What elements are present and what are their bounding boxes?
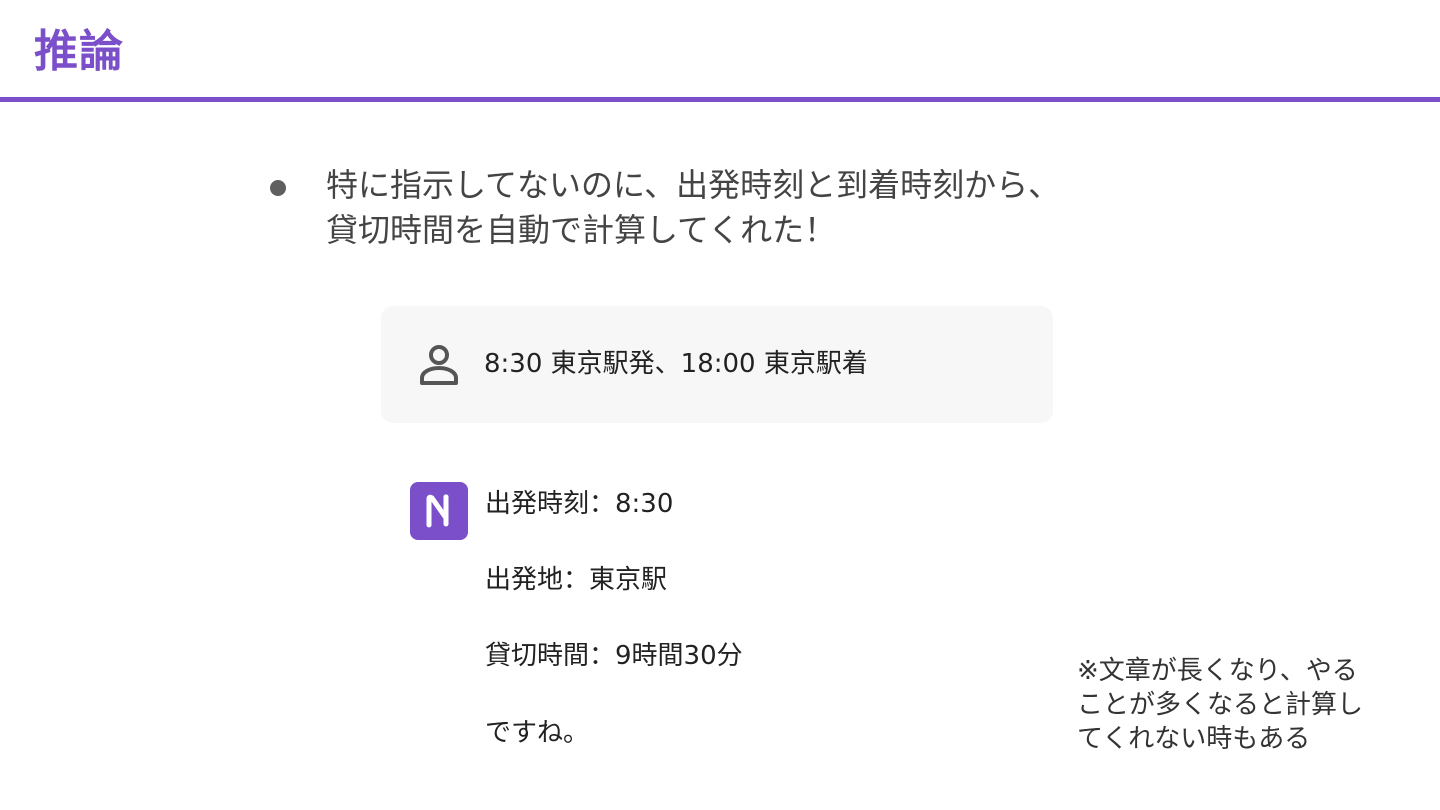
person-icon [417, 343, 461, 387]
bullet-text: 特に指示してないのに、出発時刻と到着時刻から、 貸切時間を自動で計算してくれた！ [326, 163, 1060, 253]
bullet-line-2: 貸切時間を自動で計算してくれた！ [326, 211, 837, 249]
footnote: ※文章が長くなり、やる ことが多くなると計算し てくれない時もある [1077, 654, 1417, 756]
bot-line-departure-time: 出発時刻：8:30 [485, 489, 674, 519]
footnote-line-2: ことが多くなると計算し [1077, 690, 1364, 720]
bot-line-departure-place: 出発地：東京駅 [485, 565, 668, 595]
bullet-dot-icon [270, 180, 286, 196]
bullet-line-1: 特に指示してないのに、出発時刻と到着時刻から、 [326, 166, 1061, 204]
title-divider [0, 97, 1440, 102]
footnote-line-1: ※文章が長くなり、やる [1077, 656, 1358, 686]
user-message-card: 8:30 東京駅発、18:00 東京駅着 [381, 306, 1053, 423]
slide-title: 推論 [34, 26, 124, 77]
bot-line-charter-time: 貸切時間：9時間30分 [485, 641, 743, 671]
user-message-text: 8:30 東京駅発、18:00 東京駅着 [484, 349, 868, 379]
slide: 推論 特に指示してないのに、出発時刻と到着時刻から、 貸切時間を自動で計算してく… [0, 0, 1440, 810]
footnote-line-3: てくれない時もある [1077, 724, 1311, 754]
notion-ai-logo-icon [410, 482, 468, 540]
bullet-point: 特に指示してないのに、出発時刻と到着時刻から、 貸切時間を自動で計算してくれた！ [270, 163, 1230, 253]
bot-line-closing: ですね。 [485, 718, 590, 748]
